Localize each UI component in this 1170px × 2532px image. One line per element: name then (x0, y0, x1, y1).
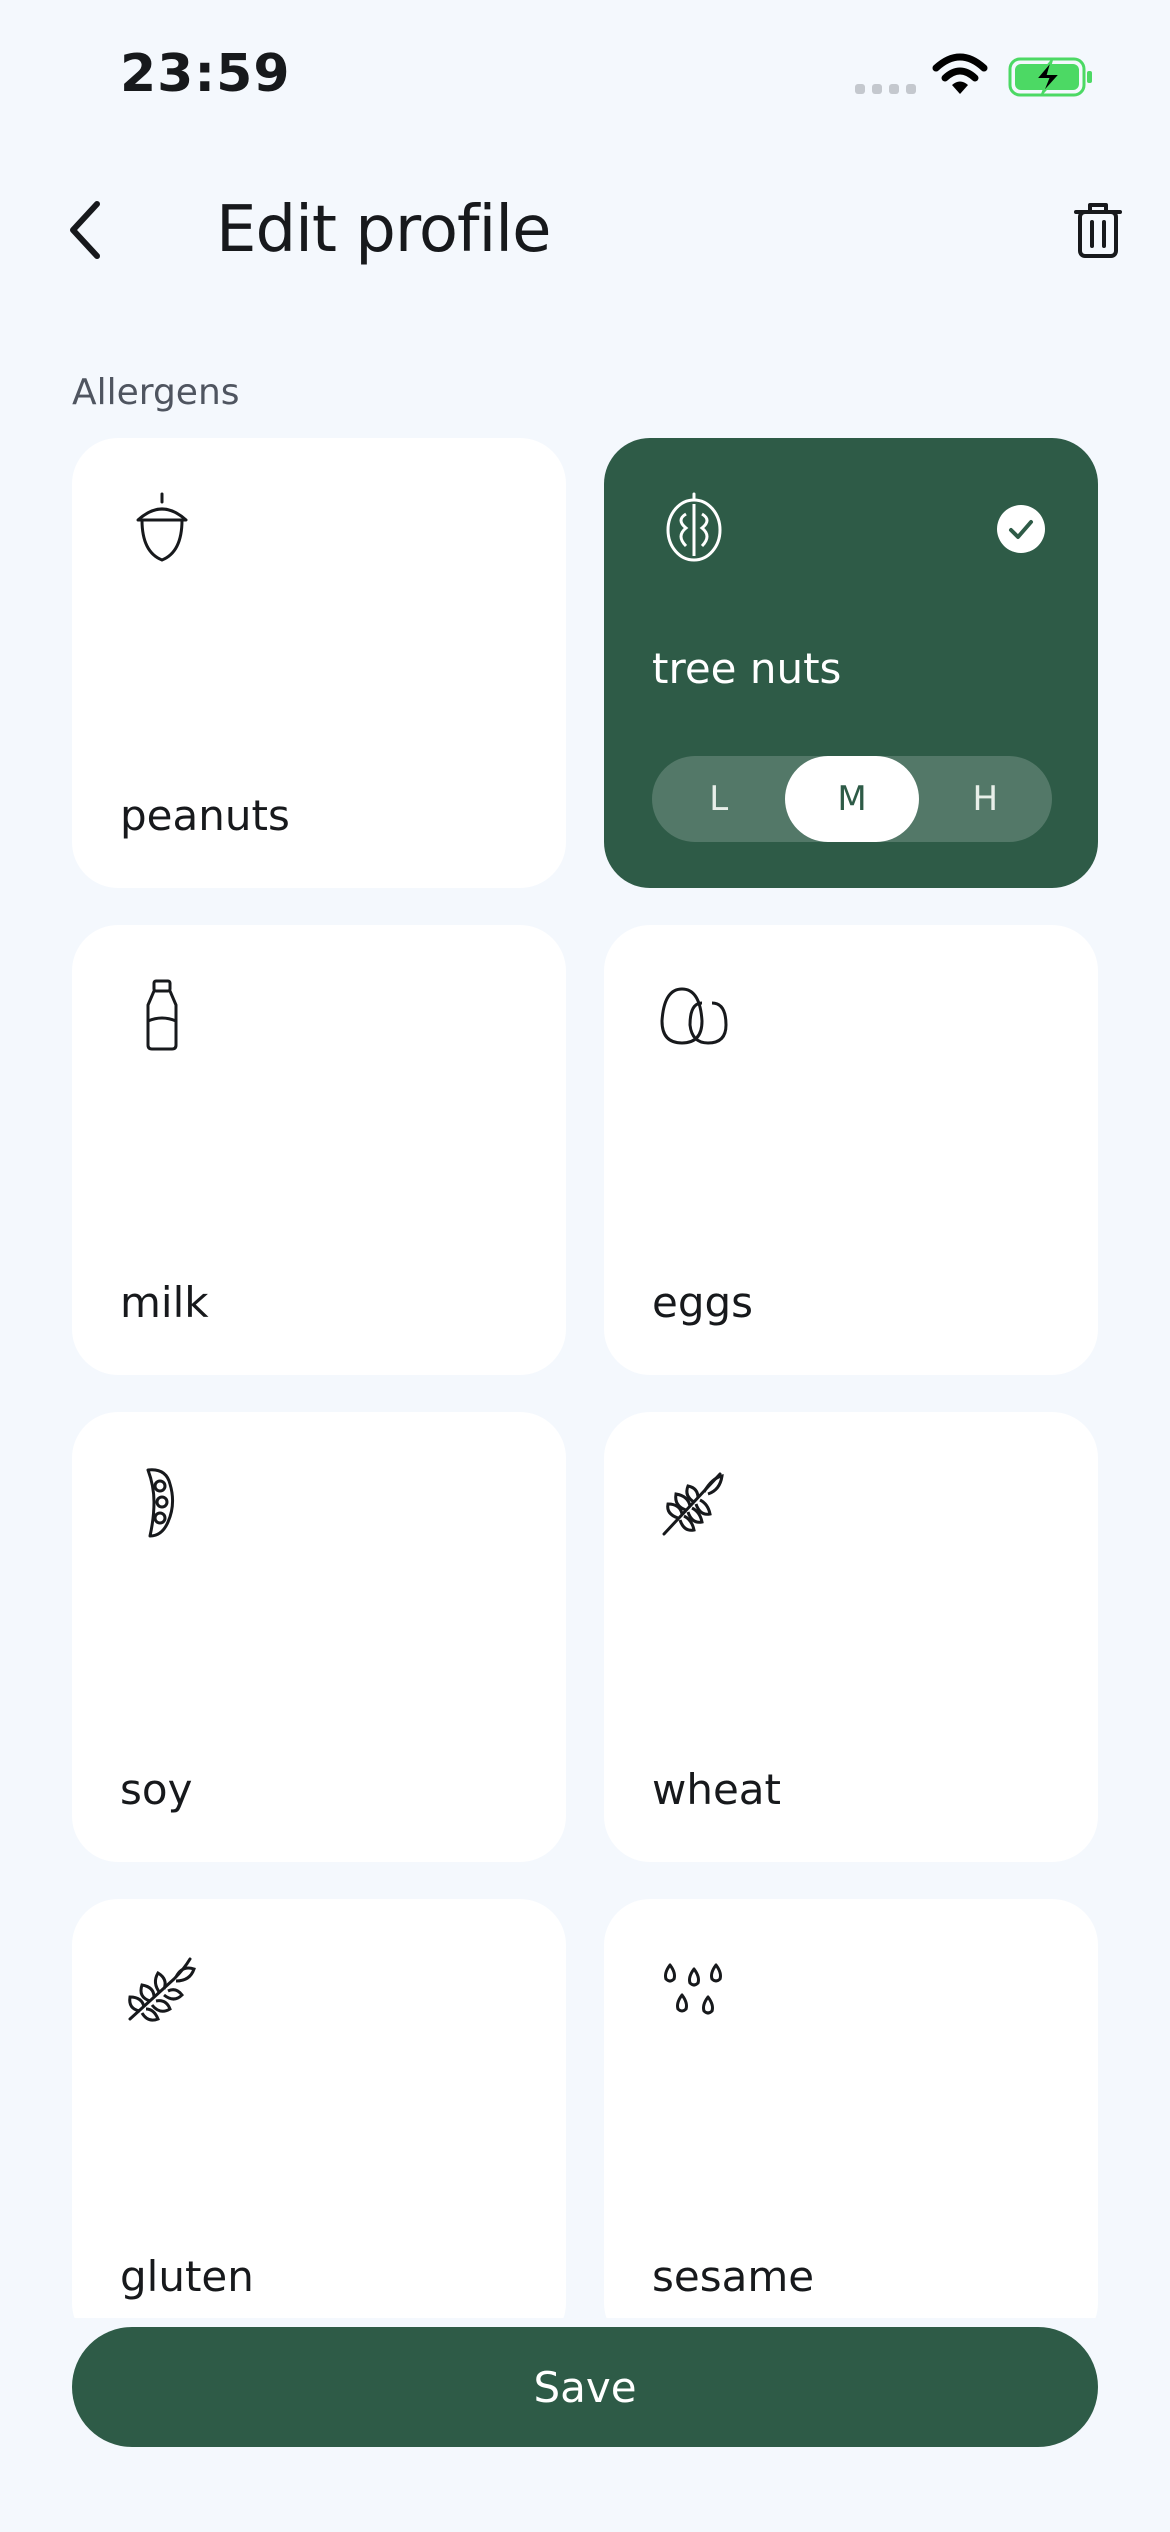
status-time: 23:59 (120, 44, 291, 104)
allergen-label: sesame (652, 2252, 815, 2301)
allergen-card-soy[interactable]: soy (72, 1412, 566, 1862)
severity-selector: L M H (652, 756, 1052, 842)
severity-option-high[interactable]: H (919, 756, 1052, 842)
allergen-label: milk (120, 1278, 209, 1327)
allergen-label: soy (120, 1765, 193, 1814)
allergen-card-milk[interactable]: milk (72, 925, 566, 1375)
allergen-card-eggs[interactable]: eggs (604, 925, 1098, 1375)
chevron-left-icon (70, 201, 100, 259)
delete-button[interactable] (1066, 190, 1130, 270)
eggs-icon (656, 977, 732, 1053)
check-circle-icon (997, 505, 1045, 553)
grain-icon (124, 1951, 200, 2027)
cellular-signal-icon (855, 84, 916, 94)
sesame-seeds-icon (656, 1951, 732, 2027)
page-title: Edit profile (216, 193, 551, 267)
wifi-icon (932, 53, 988, 94)
milk-bottle-icon (124, 977, 200, 1053)
allergen-label: gluten (120, 2252, 254, 2301)
soybean-icon (124, 1464, 200, 1540)
allergen-card-sesame[interactable]: sesame (604, 1899, 1098, 2318)
allergen-card-peanuts[interactable]: peanuts (72, 438, 566, 888)
allergen-card-wheat[interactable]: wheat (604, 1412, 1098, 1862)
battery-charging-icon (1008, 57, 1092, 97)
walnut-icon (656, 490, 732, 566)
trash-icon (1074, 203, 1122, 258)
acorn-icon (124, 490, 200, 566)
save-button[interactable]: Save (72, 2327, 1098, 2447)
wheat-icon (656, 1464, 732, 1540)
severity-option-medium[interactable]: M (785, 756, 919, 842)
allergen-label: wheat (652, 1765, 782, 1814)
header: Edit profile (0, 150, 1170, 310)
allergen-grid: peanuts tree nuts L M H milk eggs soy wh… (0, 438, 1170, 2318)
allergen-card-tree-nuts[interactable]: tree nuts L M H (604, 438, 1098, 888)
back-button[interactable] (50, 190, 120, 270)
status-bar: 23:59 (0, 0, 1170, 150)
allergen-label: tree nuts (652, 644, 842, 693)
section-label: Allergens (72, 372, 240, 413)
allergen-label: eggs (652, 1278, 754, 1327)
severity-option-low[interactable]: L (652, 756, 785, 842)
allergen-card-gluten[interactable]: gluten (72, 1899, 566, 2318)
allergen-label: peanuts (120, 791, 290, 840)
